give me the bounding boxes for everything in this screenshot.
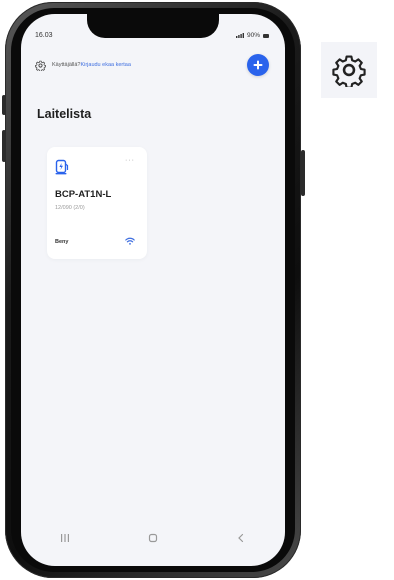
gear-icon <box>332 55 366 87</box>
wifi-icon <box>125 237 135 245</box>
page-title: Laitelista <box>37 107 92 121</box>
phone-screen: 16.03 90% Käyttäjällä?Kirjaudu ekaa kert… <box>21 14 285 566</box>
device-subtitle: 12/090 (2/0) <box>55 205 85 211</box>
home-icon[interactable] <box>147 533 159 543</box>
login-hint: Käyttäjällä?Kirjaudu ekaa kertaa <box>52 62 131 68</box>
ev-charger-icon <box>55 159 69 175</box>
device-more-button[interactable]: ··· <box>125 157 135 164</box>
gear-icon[interactable] <box>35 60 46 71</box>
login-hint-text: Käyttäjällä? <box>52 62 81 68</box>
phone-notch <box>87 14 219 38</box>
battery-icon <box>263 33 269 38</box>
phone-power-button <box>301 150 305 196</box>
status-time: 16.03 <box>35 32 53 39</box>
back-icon[interactable] <box>235 533 247 543</box>
device-name: BCP-AT1N-L <box>55 189 112 200</box>
device-owner: Beny <box>55 239 69 245</box>
status-indicators: 90% <box>235 32 269 39</box>
add-device-button[interactable] <box>247 54 269 76</box>
plus-icon <box>253 60 263 70</box>
login-link[interactable]: Kirjaudu ekaa kertaa <box>80 62 130 68</box>
signal-icon <box>235 33 244 38</box>
recent-apps-icon[interactable] <box>59 533 71 543</box>
top-bar: Käyttäjällä?Kirjaudu ekaa kertaa <box>35 54 273 76</box>
system-nav-bar <box>21 528 285 548</box>
phone-side-button <box>2 95 6 115</box>
settings-icon-preview <box>321 42 377 98</box>
battery-percent: 90% <box>246 32 260 39</box>
phone-volume-button <box>2 130 6 162</box>
device-card[interactable]: ··· BCP-AT1N-L 12/090 (2/0) Beny <box>47 147 147 259</box>
